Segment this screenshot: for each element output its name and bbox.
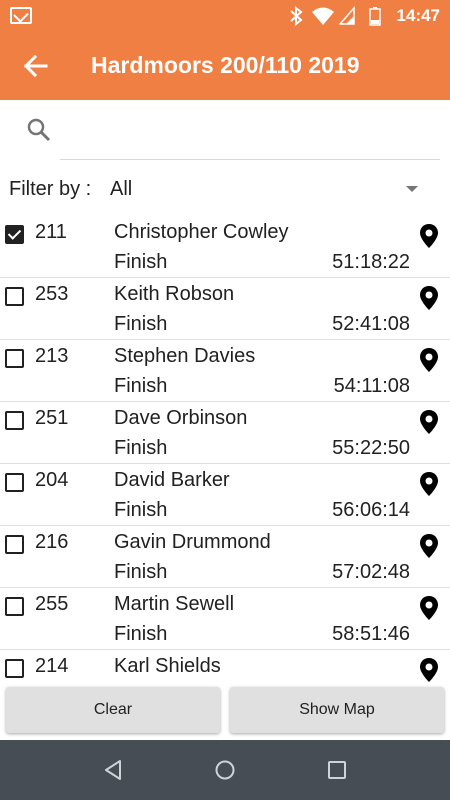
arrow-back-icon[interactable] bbox=[18, 48, 54, 84]
home-nav-icon[interactable] bbox=[214, 759, 236, 781]
runner-checkbox[interactable] bbox=[5, 535, 24, 554]
runner-time: 54:11:08 bbox=[333, 375, 410, 397]
runner-number: 255 bbox=[35, 593, 69, 615]
runner-checkbox[interactable] bbox=[5, 287, 24, 306]
recents-nav-icon[interactable] bbox=[327, 759, 347, 781]
runner-status: Finish bbox=[114, 313, 168, 335]
runner-time: 51:18:22 bbox=[332, 251, 410, 273]
map-pin-icon[interactable] bbox=[419, 471, 439, 497]
runner-row[interactable]: 214 Karl Shields bbox=[0, 650, 450, 686]
map-pin-icon[interactable] bbox=[419, 657, 439, 683]
runner-row[interactable]: 204 David Barker Finish 56:06:14 bbox=[0, 464, 450, 526]
clear-button[interactable]: Clear bbox=[6, 687, 220, 733]
map-pin-icon[interactable] bbox=[419, 223, 439, 249]
runner-time: 55:22:50 bbox=[332, 437, 410, 459]
runner-row[interactable]: 211 Christopher Cowley Finish 51:18:22 bbox=[0, 216, 450, 278]
runner-checkbox[interactable] bbox=[5, 225, 24, 244]
runner-name: Stephen Davies bbox=[114, 345, 256, 367]
runner-number: 204 bbox=[35, 469, 69, 491]
wifi-icon bbox=[311, 6, 335, 31]
map-pin-icon[interactable] bbox=[419, 409, 439, 435]
runner-time: 58:51:46 bbox=[332, 623, 410, 645]
runner-name: Christopher Cowley bbox=[114, 221, 289, 243]
runner-name: Dave Orbinson bbox=[114, 407, 248, 429]
runner-number: 211 bbox=[35, 221, 67, 243]
status-time: 14:47 bbox=[396, 6, 440, 25]
runner-status: Finish bbox=[114, 437, 168, 459]
caret-down-icon bbox=[406, 186, 418, 192]
runner-status: Finish bbox=[114, 375, 168, 397]
runner-status: Finish bbox=[114, 623, 168, 645]
runner-name: David Barker bbox=[114, 469, 230, 491]
filter-label: Filter by : bbox=[9, 178, 92, 200]
show-map-button[interactable]: Show Map bbox=[230, 687, 444, 733]
map-pin-icon[interactable] bbox=[419, 595, 439, 621]
page-title: Hardmoors 200/110 2019 bbox=[91, 52, 360, 78]
filter-row: Filter by : All bbox=[0, 168, 450, 210]
runner-number: 214 bbox=[35, 655, 69, 677]
map-pin-icon[interactable] bbox=[419, 533, 439, 559]
runner-number: 253 bbox=[35, 283, 69, 305]
runner-name: Keith Robson bbox=[114, 283, 235, 305]
runner-name: Martin Sewell bbox=[114, 593, 235, 615]
search-row bbox=[0, 100, 450, 162]
runner-name: Gavin Drummond bbox=[114, 531, 271, 553]
runner-row[interactable]: 216 Gavin Drummond Finish 57:02:48 bbox=[0, 526, 450, 588]
runner-time: 56:06:14 bbox=[332, 499, 410, 521]
filter-dropdown[interactable]: All bbox=[110, 168, 428, 210]
back-nav-icon[interactable] bbox=[103, 759, 123, 781]
runner-status: Finish bbox=[114, 561, 168, 583]
runner-checkbox[interactable] bbox=[5, 411, 24, 430]
runner-time: 52:41:08 bbox=[332, 313, 410, 335]
runner-time: 57:02:48 bbox=[332, 561, 410, 583]
runner-row[interactable]: 253 Keith Robson Finish 52:41:08 bbox=[0, 278, 450, 340]
runner-list[interactable]: 211 Christopher Cowley Finish 51:18:22 2… bbox=[0, 216, 450, 686]
runner-checkbox[interactable] bbox=[5, 349, 24, 368]
runner-number: 213 bbox=[35, 345, 69, 367]
search-icon bbox=[26, 117, 52, 143]
runner-checkbox[interactable] bbox=[5, 473, 24, 492]
runner-row[interactable]: 255 Martin Sewell Finish 58:51:46 bbox=[0, 588, 450, 650]
signal-icon bbox=[338, 6, 355, 31]
map-pin-icon[interactable] bbox=[419, 347, 439, 373]
runner-name: Karl Shields bbox=[114, 655, 221, 677]
search-input[interactable] bbox=[60, 110, 440, 160]
runner-status: Finish bbox=[114, 251, 168, 273]
runner-row[interactable]: 213 Stephen Davies Finish 54:11:08 bbox=[0, 340, 450, 402]
mail-icon bbox=[10, 7, 32, 24]
runner-number: 216 bbox=[35, 531, 69, 553]
runner-checkbox[interactable] bbox=[5, 597, 24, 616]
runner-status: Finish bbox=[114, 499, 168, 521]
runner-row[interactable]: 251 Dave Orbinson Finish 55:22:50 bbox=[0, 402, 450, 464]
bluetooth-icon bbox=[289, 5, 303, 31]
runner-checkbox[interactable] bbox=[5, 659, 24, 678]
system-nav-bar bbox=[0, 740, 450, 800]
filter-value: All bbox=[110, 178, 133, 200]
status-bar: 14:47 bbox=[0, 0, 450, 32]
runner-number: 251 bbox=[35, 407, 69, 429]
map-pin-icon[interactable] bbox=[419, 285, 439, 311]
battery-icon bbox=[369, 6, 381, 31]
app-toolbar: Hardmoors 200/110 2019 bbox=[0, 32, 450, 100]
